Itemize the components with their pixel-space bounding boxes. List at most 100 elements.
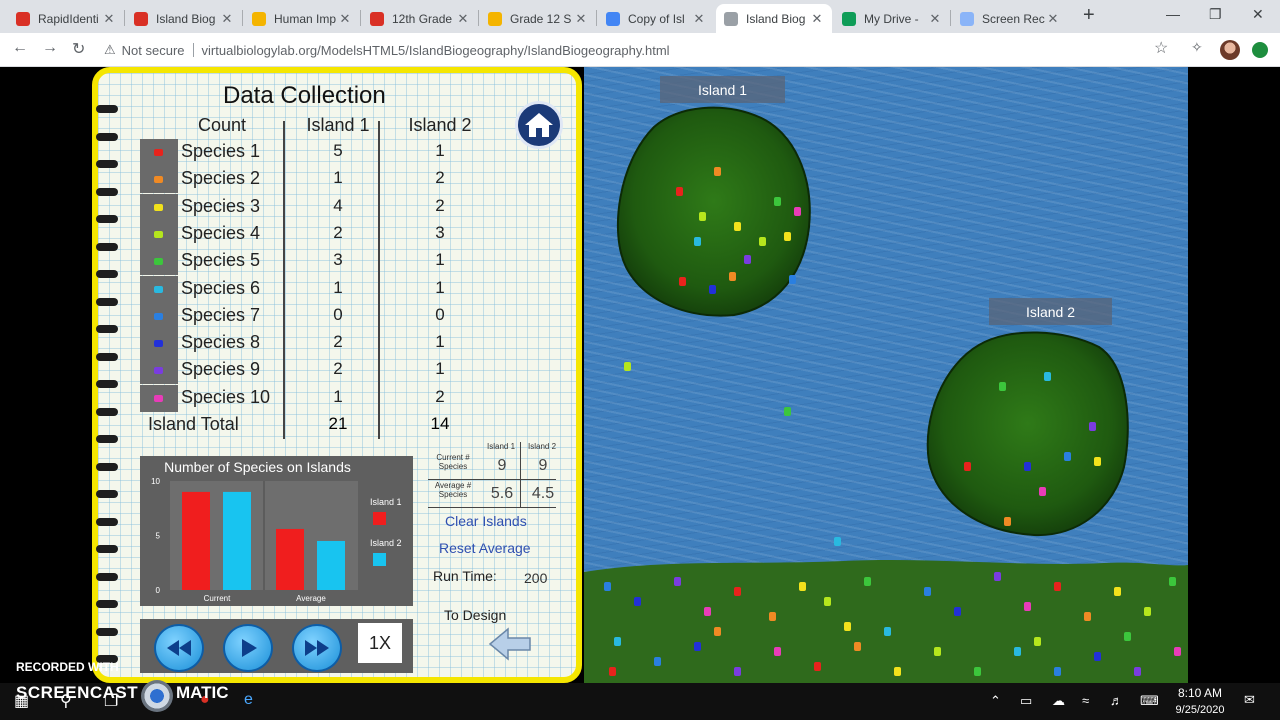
reload-icon[interactable]: ↻ <box>72 39 85 59</box>
species-name: Species 10 <box>181 386 271 407</box>
rewind-icon <box>167 640 191 656</box>
island-total-row: Island Total 21 14 <box>140 412 480 440</box>
minimize-icon[interactable]: — <box>1166 6 1180 22</box>
rewind-button[interactable] <box>154 624 204 672</box>
butterfly-icon <box>154 176 163 184</box>
browser-tab[interactable]: My Drive - ✕ <box>834 4 950 33</box>
average-species-label: Average # Species <box>434 481 472 499</box>
species-island2-count: 1 <box>435 141 445 160</box>
tab-close-icon[interactable]: ✕ <box>1046 11 1060 27</box>
tab-close-icon[interactable]: ✕ <box>692 11 706 27</box>
binder-ring <box>96 600 118 608</box>
tab-close-icon[interactable]: ✕ <box>928 11 942 27</box>
butterfly-icon <box>709 285 716 294</box>
butterfly-icon <box>154 312 163 320</box>
average-island1: 5.6 <box>490 485 514 502</box>
wifi-icon[interactable]: ≈ <box>1082 693 1089 708</box>
reset-average-button[interactable]: Reset Average <box>439 540 531 556</box>
browser-tab[interactable]: Screen Rec ✕ <box>952 4 1068 33</box>
address-bar[interactable]: ⚠ Not secure virtualbiologylab.org/Model… <box>104 37 1184 63</box>
edge-icon[interactable]: e <box>244 691 253 709</box>
back-icon[interactable]: ← <box>12 39 28 57</box>
species-row: Species 5 3 1 <box>140 248 480 276</box>
species-row: Species 1 5 1 <box>140 139 480 166</box>
species-name: Species 5 <box>181 250 261 271</box>
island-map[interactable]: Island 1 Island 2 <box>584 67 1188 683</box>
species-name: Species 6 <box>181 277 261 298</box>
island-2-landmass <box>926 331 1129 537</box>
browser-tab[interactable]: Grade 12 S ✕ <box>480 4 596 33</box>
legend-label-island2: Island 2 <box>370 538 402 548</box>
fast-forward-button[interactable] <box>292 624 342 672</box>
profile-avatar[interactable] <box>1220 40 1240 60</box>
tab-favicon-icon <box>16 11 30 26</box>
url-text[interactable]: virtualbiologylab.org/ModelsHTML5/Island… <box>202 43 670 58</box>
browser-tab[interactable]: Human Imp ✕ <box>244 4 360 33</box>
clock-date[interactable]: 9/25/2020 <box>1165 704 1235 716</box>
play-icon <box>242 639 257 657</box>
species-island2-count: 1 <box>435 277 445 297</box>
browser-tab[interactable]: RapidIdenti ✕ <box>8 4 124 33</box>
tab-label: My Drive - <box>864 11 919 26</box>
speed-button[interactable]: 1X <box>358 623 402 663</box>
tab-close-icon[interactable]: ✕ <box>574 11 588 27</box>
butterfly-icon <box>759 237 766 246</box>
extensions-icon[interactable]: ✧ <box>1191 39 1203 56</box>
species-swatch <box>140 302 178 330</box>
species-name: Species 2 <box>181 168 261 189</box>
species-swatch <box>140 275 178 303</box>
butterfly-icon <box>729 272 736 281</box>
clear-islands-button[interactable]: Clear Islands <box>445 513 527 529</box>
butterfly-icon <box>1094 652 1101 661</box>
butterfly-icon <box>784 407 791 416</box>
battery-icon[interactable]: ▭ <box>1020 693 1032 709</box>
species-island1-count: 2 <box>333 332 343 352</box>
species-swatch <box>140 384 178 412</box>
butterfly-icon <box>734 222 741 231</box>
browser-tab[interactable]: Island Biog ✕ <box>716 4 832 33</box>
tab-close-icon[interactable]: ✕ <box>810 11 824 27</box>
species-island2-count: 2 <box>435 386 445 406</box>
notifications-icon[interactable]: ✉ <box>1244 692 1255 708</box>
y-tick-label: 5 <box>156 532 161 541</box>
close-window-icon[interactable]: ✕ <box>1252 6 1264 23</box>
butterfly-icon <box>1094 457 1101 466</box>
restore-icon[interactable]: ❐ <box>1209 6 1222 23</box>
tab-close-icon[interactable]: ✕ <box>102 11 116 27</box>
butterfly-icon <box>714 167 721 176</box>
tab-close-icon[interactable]: ✕ <box>456 11 470 27</box>
extension-status-icon[interactable] <box>1252 42 1268 58</box>
keyboard-icon[interactable]: ⌨ <box>1140 693 1159 709</box>
species-bar-chart: 0 5 10 Current Average <box>151 477 358 603</box>
binder-ring <box>96 490 118 498</box>
species-swatch <box>140 220 178 248</box>
species-name: Species 7 <box>181 304 261 325</box>
bookmark-star-icon[interactable]: ☆ <box>1154 38 1168 58</box>
butterfly-icon <box>769 612 776 621</box>
browser-tab[interactable]: 12th Grade ✕ <box>362 4 478 33</box>
species-island2-count: 1 <box>435 332 445 352</box>
binder-ring <box>96 407 118 416</box>
browser-tab[interactable]: Island Biog ✕ <box>126 4 242 33</box>
butterfly-icon <box>699 212 706 221</box>
chevron-up-icon[interactable]: ⌃ <box>990 693 1001 709</box>
butterfly-icon <box>974 667 981 676</box>
cloud-icon[interactable]: ☁ <box>1052 693 1065 709</box>
volume-icon[interactable]: ♬ <box>1110 693 1123 708</box>
home-button[interactable] <box>515 101 563 149</box>
forward-icon[interactable]: → <box>42 39 58 57</box>
clock-time[interactable]: 8:10 AM <box>1165 686 1235 700</box>
recorder-brand-a: SCREENCAST <box>16 683 139 702</box>
species-row: Species 6 1 1 <box>140 275 480 303</box>
back-arrow-icon[interactable] <box>488 626 532 662</box>
tab-close-icon[interactable]: ✕ <box>338 11 352 27</box>
browser-tab[interactable]: Copy of Isl ✕ <box>598 4 714 33</box>
panel-title: Data Collection <box>223 82 386 109</box>
new-tab-button[interactable]: + <box>1083 4 1095 27</box>
tab-close-icon[interactable]: ✕ <box>220 11 234 27</box>
species-row: Species 9 2 1 <box>140 357 480 385</box>
butterfly-icon <box>864 577 871 586</box>
play-button[interactable] <box>223 624 273 672</box>
butterfly-icon <box>1089 422 1096 431</box>
species-island1-count: 3 <box>333 250 343 270</box>
